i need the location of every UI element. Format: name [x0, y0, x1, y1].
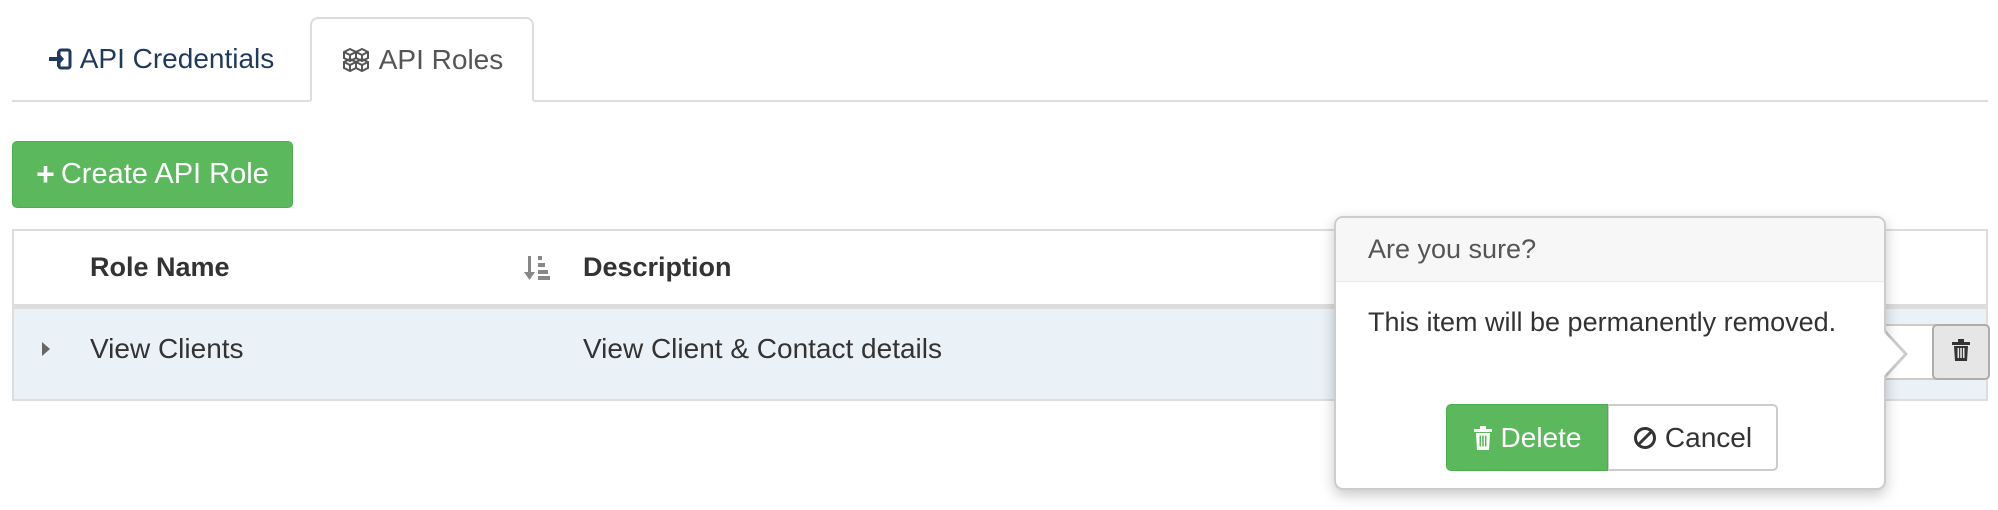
popover-arrow-fill — [1880, 328, 1904, 380]
sort-amount-icon[interactable] — [524, 231, 550, 304]
plus-icon: + — [36, 156, 55, 192]
cancel-button[interactable]: Cancel — [1608, 404, 1778, 471]
trash-icon — [1951, 338, 1971, 366]
sign-in-icon — [48, 48, 72, 70]
cell-role-name: View Clients — [90, 333, 244, 364]
popover-message: This item will be permanently removed. — [1368, 307, 1837, 337]
trash-icon — [1473, 425, 1493, 450]
cell-description: View Client & Contact details — [583, 333, 942, 364]
tab-label: API Roles — [378, 43, 504, 75]
column-header-role-name[interactable]: Role Name — [90, 231, 230, 304]
confirm-delete-button[interactable]: Delete — [1446, 404, 1608, 471]
tab-label: API Credentials — [79, 42, 275, 74]
popover-title: Are you sure? — [1336, 218, 1884, 282]
expand-caret-icon[interactable] — [40, 309, 52, 389]
column-header-description[interactable]: Description — [583, 231, 732, 304]
page: API Credentials API Roles + Create API R… — [0, 0, 1998, 510]
cubes-icon — [341, 47, 371, 73]
delete-row-button[interactable] — [1932, 324, 1990, 380]
cancel-label: Cancel — [1664, 421, 1753, 453]
tab-api-roles[interactable]: API Roles — [310, 17, 534, 102]
tab-api-credentials[interactable]: API Credentials — [12, 17, 310, 100]
create-api-role-button[interactable]: + Create API Role — [12, 141, 293, 208]
confirm-delete-popover: Are you sure? This item will be permanen… — [1334, 216, 1886, 490]
delete-label: Delete — [1500, 421, 1582, 453]
tab-bar: API Credentials API Roles — [12, 17, 1988, 102]
create-api-role-label: Create API Role — [60, 158, 269, 190]
ban-icon — [1633, 426, 1657, 450]
